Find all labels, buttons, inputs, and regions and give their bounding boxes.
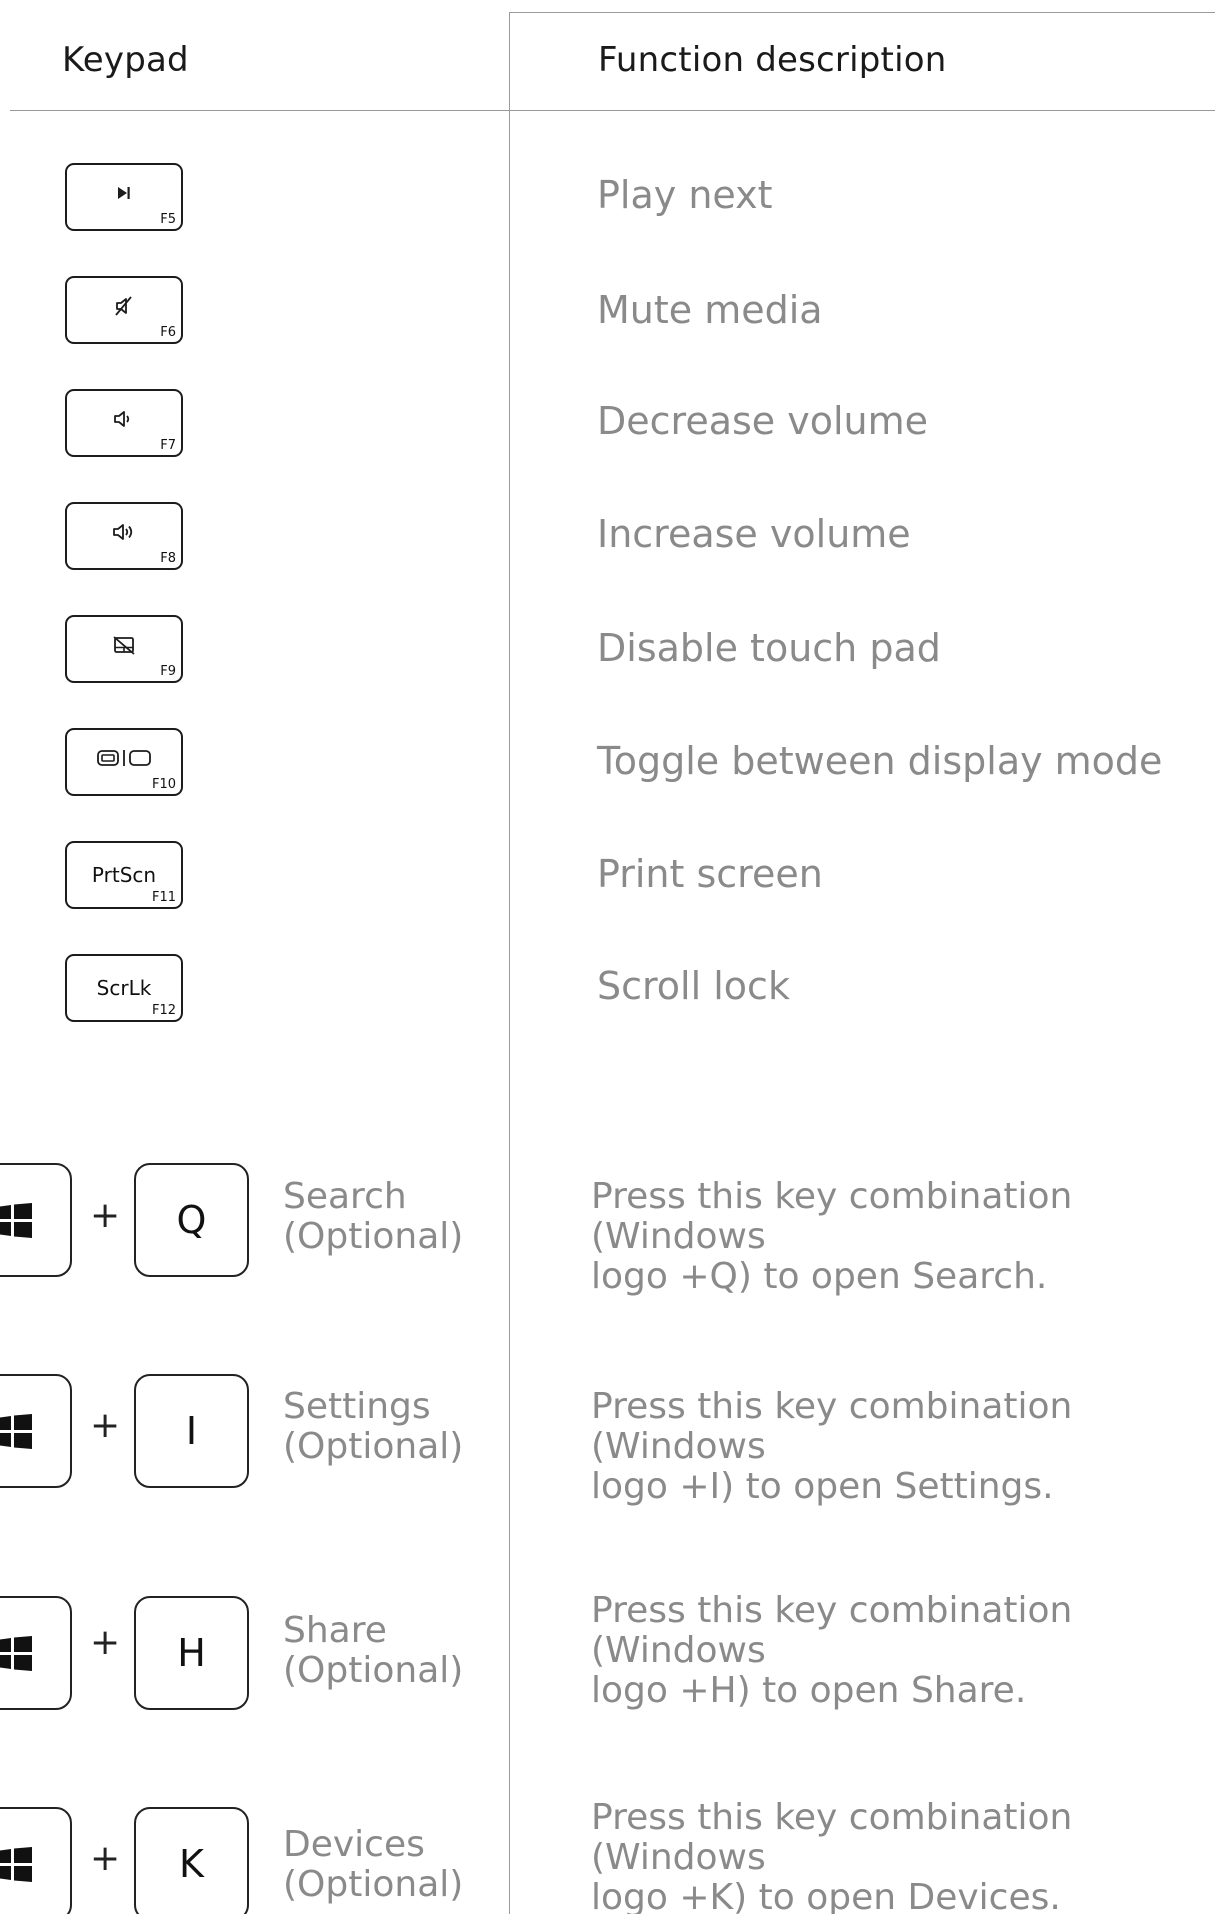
windows-logo-icon (0, 1847, 32, 1882)
combo-description-line: logo +H) to open Share. (591, 1670, 1027, 1711)
touchpad-disable-icon (67, 631, 181, 657)
combo-label-search: Search (Optional) (283, 1177, 463, 1257)
combo-label-settings: Settings (Optional) (283, 1387, 463, 1467)
combo-label-share: Share (Optional) (283, 1611, 463, 1691)
header-keypad: Keypad (62, 40, 189, 80)
f7-description: Decrease volume (597, 399, 929, 443)
prtscn-key-text: PrtScn (91, 863, 157, 887)
volume-down-icon (67, 405, 181, 431)
f9-key-label: F9 (160, 664, 176, 679)
combo-description-line: Press this key combination (Windows (591, 1797, 1073, 1878)
scrlk-key-text: ScrLk (96, 976, 152, 1000)
combo-label-line: Search (283, 1176, 407, 1217)
f10-key-label: F10 (151, 777, 176, 792)
f11-description: Print screen (597, 852, 823, 896)
f9-key: F9 (65, 615, 183, 683)
mute-icon (67, 292, 181, 318)
h-key: H (134, 1596, 249, 1710)
combo-label-line: (Optional) (283, 1864, 464, 1905)
combo-description-line: Press this key combination (Windows (591, 1386, 1073, 1467)
q-key: Q (134, 1163, 249, 1277)
f11-key-label: F11 (151, 890, 176, 905)
combo-label-line: (Optional) (283, 1216, 464, 1257)
table-top-rule (510, 12, 1215, 13)
k-key: K (134, 1807, 249, 1914)
combo-description-line: logo +I) to open Settings. (591, 1466, 1054, 1507)
combo-label-line: Settings (283, 1386, 431, 1427)
combo-description-search: Press this key combination (Windows logo… (591, 1177, 1211, 1297)
windows-key (0, 1596, 72, 1710)
f12-description: Scroll lock (597, 964, 790, 1008)
plus-sign: + (90, 1838, 121, 1879)
display-mode-icon (67, 744, 181, 770)
combo-description-line: Press this key combination (Windows (591, 1176, 1073, 1257)
f5-key-label: F5 (160, 212, 176, 227)
f7-key: F7 (65, 389, 183, 457)
f9-description: Disable touch pad (597, 626, 941, 670)
windows-logo-icon (0, 1414, 32, 1449)
combo-label-devices: Devices (Optional) (283, 1825, 463, 1905)
combo-description-line: Press this key combination (Windows (591, 1590, 1073, 1671)
f6-key-label: F6 (160, 325, 176, 340)
plus-sign: + (90, 1405, 121, 1446)
header-function-description: Function description (598, 40, 947, 80)
f8-description: Increase volume (597, 512, 911, 556)
windows-key (0, 1807, 72, 1914)
table-header-rule (10, 110, 1215, 111)
f10-key: F10 (65, 728, 183, 796)
f8-key: F8 (65, 502, 183, 570)
f6-key: F6 (65, 276, 183, 344)
f7-key-label: F7 (160, 438, 176, 453)
f12-key: ScrLk F12 (65, 954, 183, 1022)
f6-description: Mute media (597, 288, 823, 332)
combo-label-line: Share (283, 1610, 387, 1651)
combo-description-devices: Press this key combination (Windows logo… (591, 1798, 1211, 1914)
volume-up-icon (67, 518, 181, 544)
combo-description-share: Press this key combination (Windows logo… (591, 1591, 1211, 1711)
f5-description: Play next (597, 173, 773, 217)
combo-label-line: Devices (283, 1824, 425, 1865)
combo-description-line: logo +K) to open Devices. (591, 1877, 1061, 1914)
plus-sign: + (90, 1195, 121, 1236)
column-divider (509, 12, 510, 1914)
combo-label-line: (Optional) (283, 1426, 464, 1467)
windows-key (0, 1374, 72, 1488)
f8-key-label: F8 (160, 551, 176, 566)
windows-logo-icon (0, 1636, 32, 1671)
plus-sign: + (90, 1622, 121, 1663)
i-key: I (134, 1374, 249, 1488)
combo-description-settings: Press this key combination (Windows logo… (591, 1387, 1211, 1507)
f12-key-label: F12 (151, 1003, 176, 1018)
f5-key: F5 (65, 163, 183, 231)
windows-key (0, 1163, 72, 1277)
f10-description: Toggle between display mode (597, 739, 1163, 783)
keypad-function-table: Keypad Function description F5 Play next… (0, 0, 1215, 1914)
windows-logo-icon (0, 1203, 32, 1238)
combo-description-line: logo +Q) to open Search. (591, 1256, 1048, 1297)
f11-key: PrtScn F11 (65, 841, 183, 909)
combo-label-line: (Optional) (283, 1650, 464, 1691)
play-next-icon (67, 179, 181, 205)
